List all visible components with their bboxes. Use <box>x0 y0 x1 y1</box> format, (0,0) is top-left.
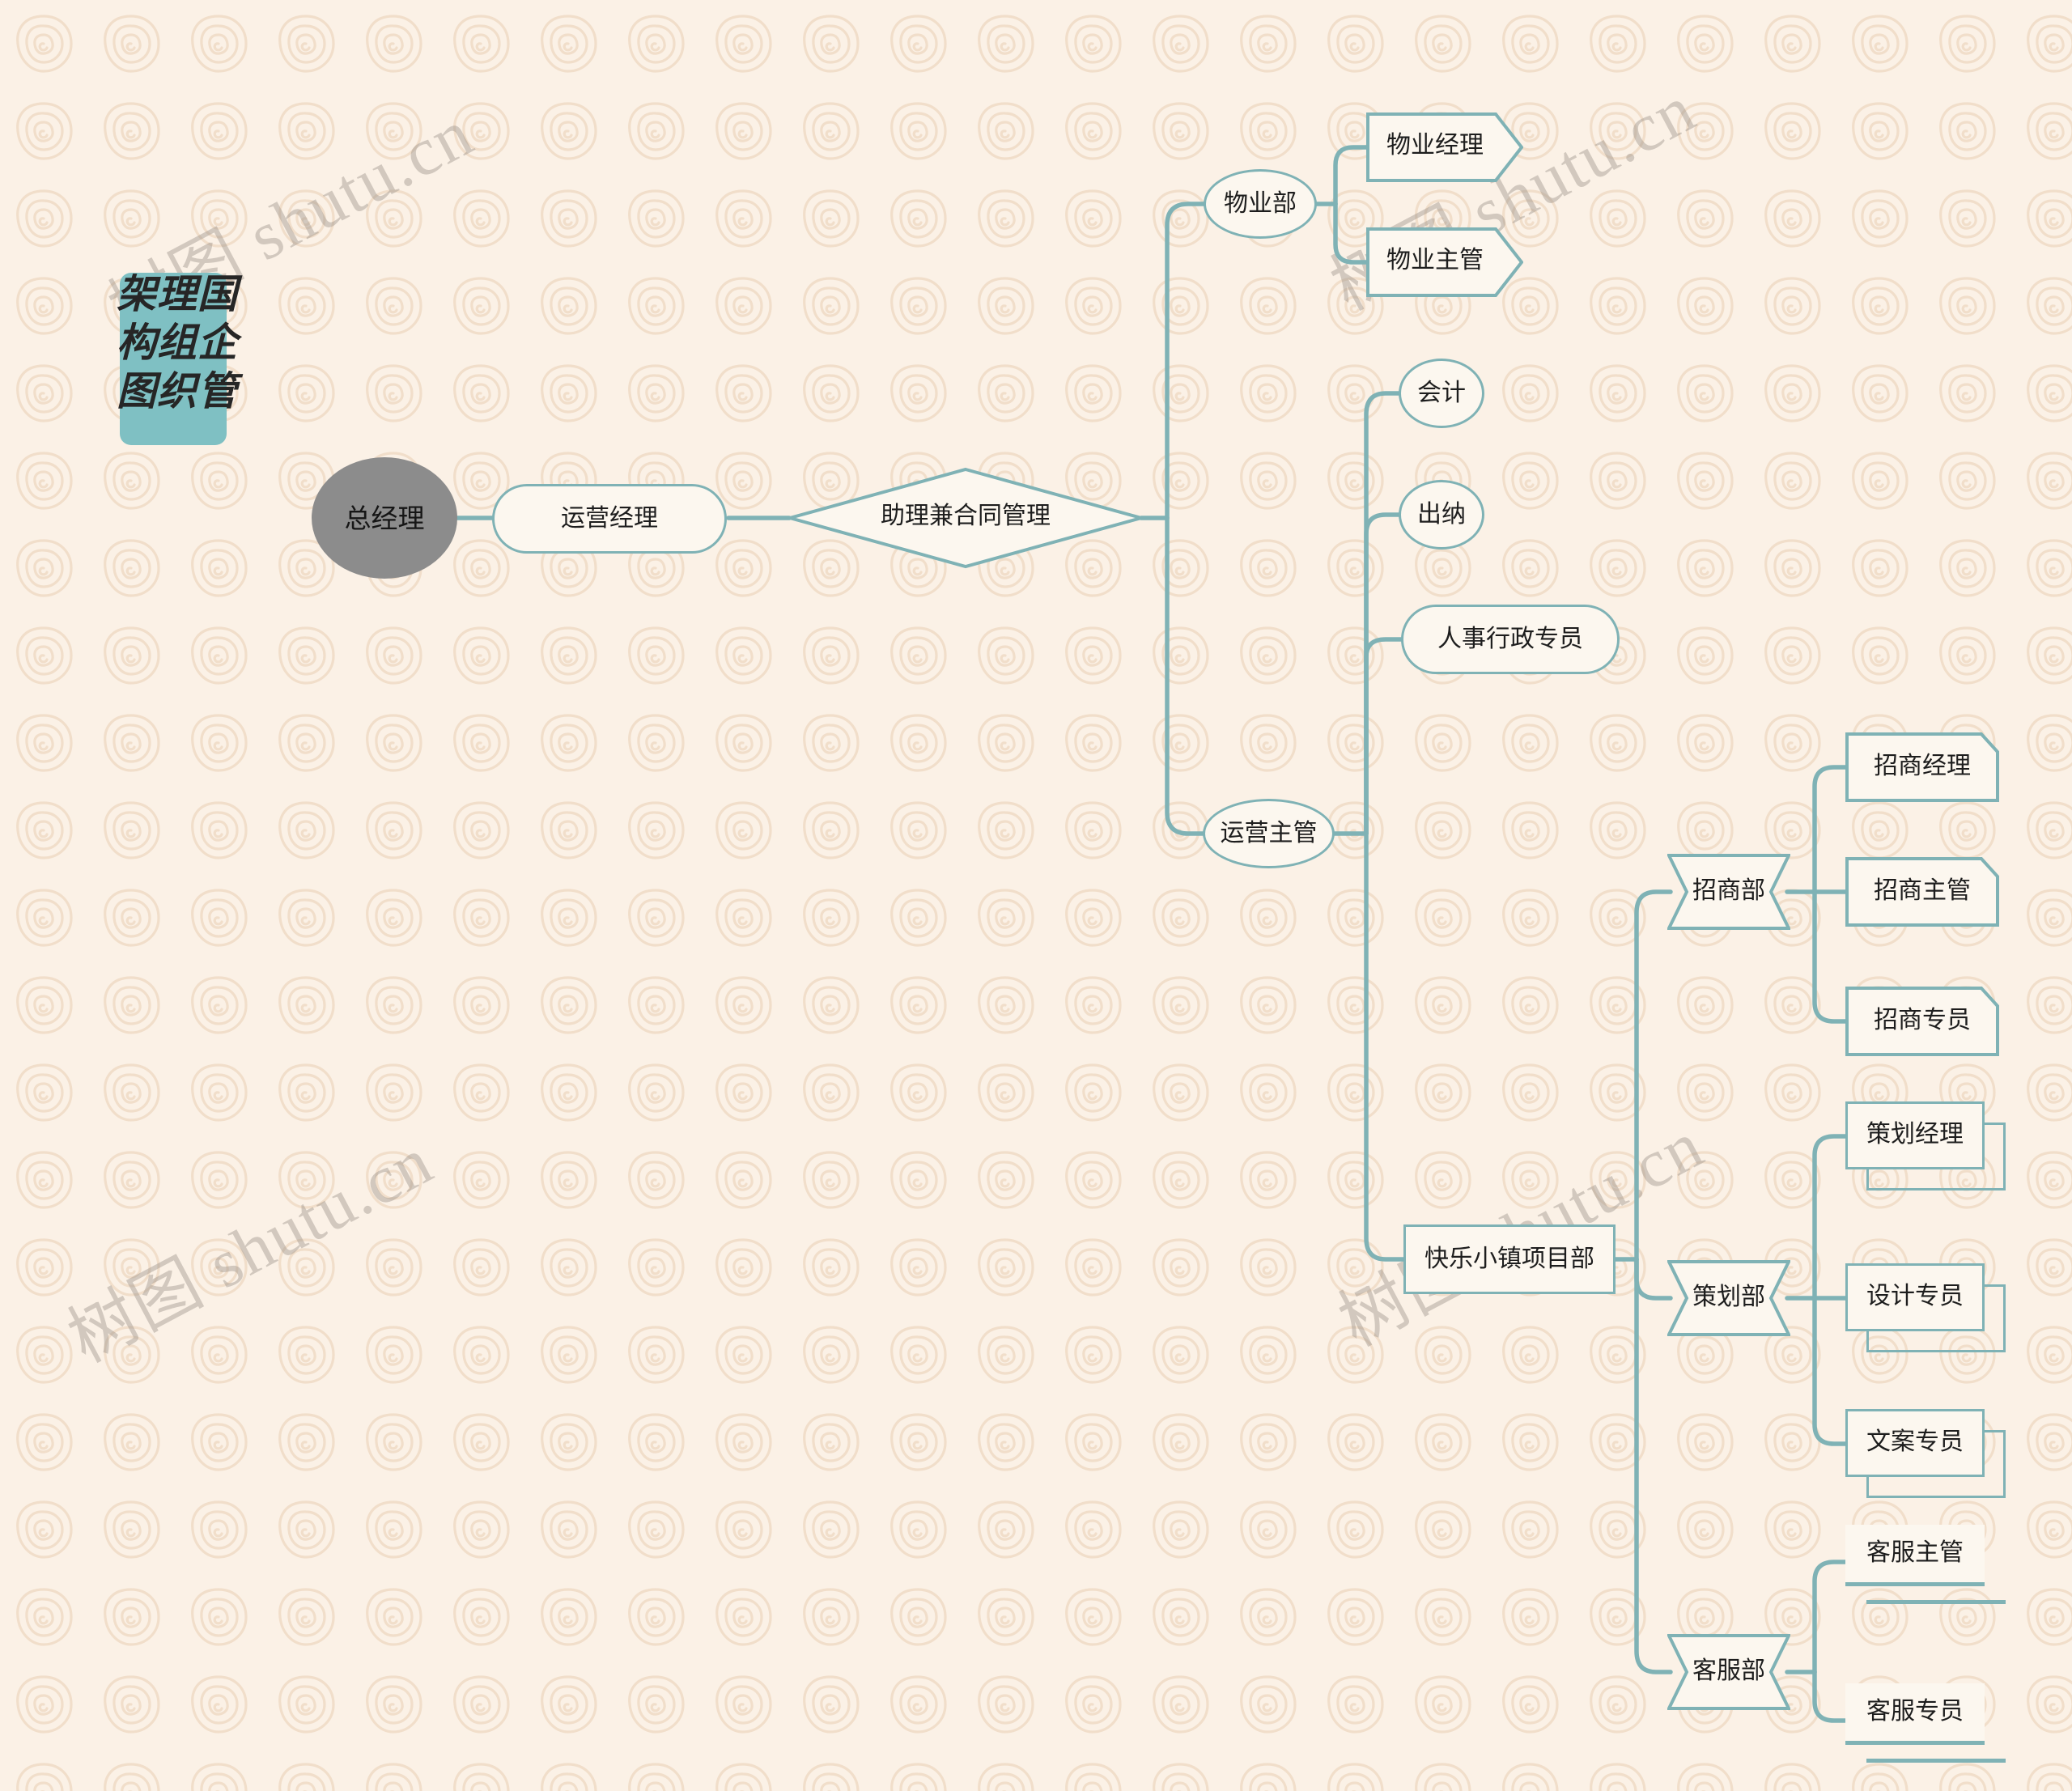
node-label: 文案专员 <box>1866 1428 1964 1455</box>
node-planning-manager[interactable]: 策划经理 <box>1845 1101 2006 1190</box>
underline-secondary <box>1866 1600 2006 1604</box>
node-property-manager[interactable]: 物业经理 <box>1366 112 1523 182</box>
node-label: 招商主管 <box>1874 877 1971 904</box>
node-label: 运营经理 <box>561 505 658 532</box>
node-property-department[interactable]: 物业部 <box>1204 169 1317 239</box>
node-happy-town-project-department[interactable]: 快乐小镇项目部 <box>1403 1224 1616 1294</box>
node-label: 总经理 <box>344 503 425 533</box>
node-cs-supervisor[interactable]: 客服主管 <box>1845 1525 2006 1604</box>
node-label: 招商部 <box>1692 877 1765 904</box>
node-accountant[interactable]: 会计 <box>1399 359 1484 428</box>
node-label: 物业经理 <box>1386 132 1484 159</box>
node-label: 客服部 <box>1692 1657 1765 1684</box>
node-property-supervisor[interactable]: 物业主管 <box>1366 227 1523 297</box>
node-label: 运营主管 <box>1220 820 1318 847</box>
node-label: 客服专员 <box>1866 1698 1964 1725</box>
node-operations-manager[interactable]: 运营经理 <box>492 484 727 554</box>
node-label: 策划部 <box>1692 1284 1765 1310</box>
node-label: 助理兼合同管理 <box>881 503 1051 529</box>
node-design-specialist[interactable]: 设计专员 <box>1845 1263 2006 1352</box>
diagram-title-card[interactable]: 国企管理组织架构图 <box>111 273 236 445</box>
node-investment-department[interactable]: 招商部 <box>1667 854 1790 930</box>
node-operations-supervisor[interactable]: 运营主管 <box>1203 799 1335 868</box>
node-label: 物业部 <box>1224 190 1297 217</box>
node-investment-manager[interactable]: 招商经理 <box>1845 732 1999 802</box>
node-planning-department[interactable]: 策划部 <box>1667 1260 1790 1336</box>
node-cs-specialist[interactable]: 客服专员 <box>1845 1683 2006 1763</box>
node-customer-service-department[interactable]: 客服部 <box>1667 1634 1790 1710</box>
underline-secondary <box>1866 1759 2006 1763</box>
node-label: 策划经理 <box>1866 1121 1964 1148</box>
node-label: 快乐小镇项目部 <box>1424 1246 1594 1272</box>
node-label: 客服主管 <box>1866 1539 1964 1566</box>
node-label: 招商经理 <box>1874 753 1971 779</box>
underline-primary <box>1845 1582 1985 1586</box>
page-title: 国企管理组织架构图 <box>111 273 236 418</box>
node-root-general-manager[interactable]: 总经理 <box>312 457 457 579</box>
node-hr-admin-specialist[interactable]: 人事行政专员 <box>1401 605 1620 674</box>
node-investment-supervisor[interactable]: 招商主管 <box>1845 857 1999 927</box>
node-label: 招商专员 <box>1874 1007 1971 1033</box>
node-label: 出纳 <box>1417 501 1466 528</box>
node-assistant-contract-management[interactable]: 助理兼合同管理 <box>788 467 1144 569</box>
node-cashier[interactable]: 出纳 <box>1399 480 1484 550</box>
node-label: 会计 <box>1417 380 1466 406</box>
node-label: 人事行政专员 <box>1437 626 1583 652</box>
underline-primary <box>1845 1741 1985 1745</box>
node-copywriting-specialist[interactable]: 文案专员 <box>1845 1409 2006 1498</box>
node-label: 设计专员 <box>1866 1283 1964 1309</box>
node-investment-specialist[interactable]: 招商专员 <box>1845 987 1999 1056</box>
node-label: 物业主管 <box>1386 247 1484 274</box>
